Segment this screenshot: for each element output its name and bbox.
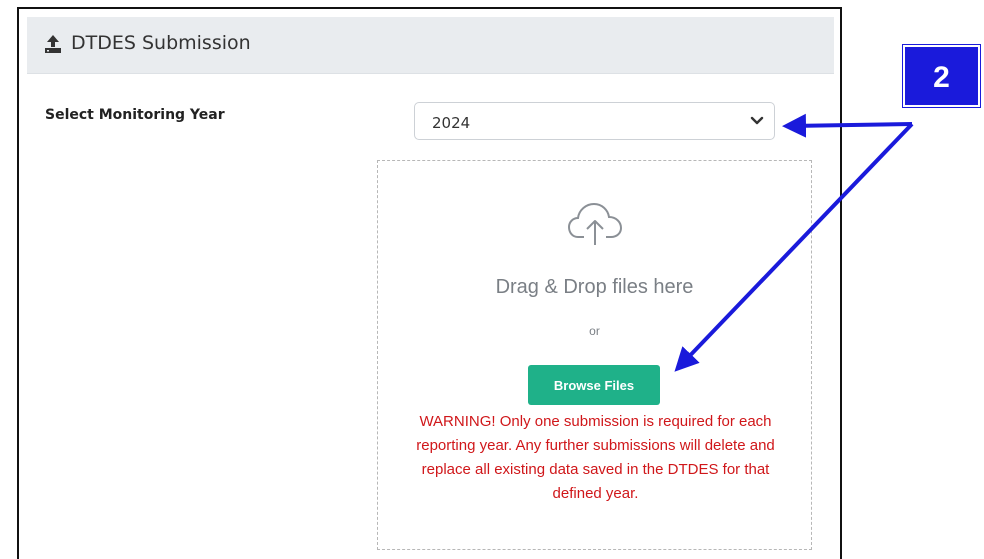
drag-drop-text: Drag & Drop files here [495,276,694,298]
warning-message: WARNING! Only one submission is required… [416,413,775,502]
callout-badge: 2 [903,45,980,107]
year-select[interactable]: 2024 [414,102,775,140]
cloud-upload-icon [567,202,623,245]
year-label: Select Monitoring Year [45,107,225,123]
browse-files-button[interactable]: Browse Files [528,365,660,405]
chevron-down-icon [750,116,764,125]
panel-header: DTDES Submission [27,17,834,74]
file-dropzone[interactable]: Drag & Drop files here or Browse Files W… [377,160,812,550]
year-select-value: 2024 [432,114,471,132]
submission-panel: DTDES Submission Select Monitoring Year … [17,7,842,559]
or-text: or [589,324,600,338]
upload-icon [45,35,61,53]
callout-number: 2 [933,61,950,94]
panel-title: DTDES Submission [71,32,251,54]
